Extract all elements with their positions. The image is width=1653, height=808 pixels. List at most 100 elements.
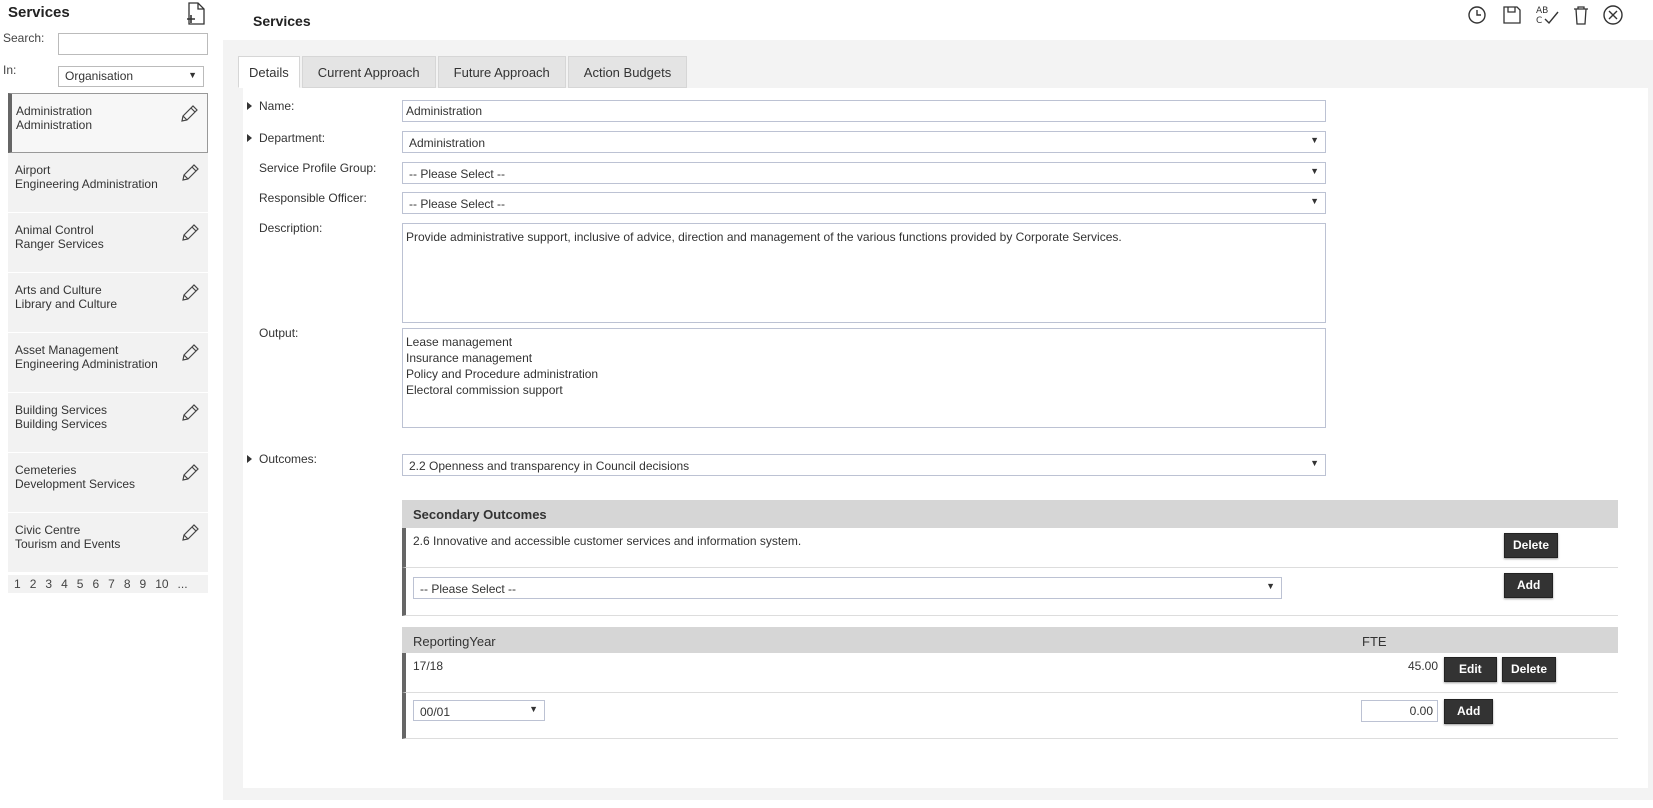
department-select[interactable]: Administration ▼ — [402, 131, 1326, 153]
secondary-outcome-select[interactable]: -- Please Select -- ▼ — [413, 577, 1282, 599]
main-area: Services AB C Details Current Approach Fu… — [223, 0, 1653, 808]
expand-arrow-icon — [247, 134, 252, 142]
chevron-down-icon: ▼ — [1310, 458, 1319, 468]
page-link[interactable]: 8 — [124, 577, 131, 591]
page-link[interactable]: 5 — [77, 577, 84, 591]
delete-icon[interactable] — [1570, 4, 1592, 26]
add-button[interactable]: Add — [1504, 573, 1554, 598]
department-select-value: Administration — [409, 136, 486, 150]
tab-bar: Details Current Approach Future Approach… — [238, 56, 689, 88]
service-item[interactable]: Arts and Culture Library and Culture — [8, 273, 208, 333]
output-label: Output: — [259, 326, 299, 340]
delete-button[interactable]: Delete — [1504, 533, 1559, 558]
edit-button[interactable]: Edit — [1444, 657, 1497, 682]
pencil-icon[interactable] — [179, 104, 199, 124]
expand-arrow-icon — [247, 455, 252, 463]
add-button[interactable]: Add — [1444, 699, 1494, 724]
officer-select-value: -- Please Select -- — [409, 197, 506, 211]
svg-text:AB: AB — [1536, 6, 1548, 16]
fte-input[interactable]: 0.00 — [1361, 700, 1438, 722]
page-link[interactable]: 7 — [108, 577, 115, 591]
spellcheck-icon[interactable]: ABC — [1534, 4, 1560, 26]
chevron-down-icon: ▼ — [1310, 196, 1319, 206]
in-select[interactable]: Organisation ▼ — [58, 66, 204, 87]
page-link[interactable]: 9 — [140, 577, 147, 591]
outcomes-label[interactable]: Outcomes: — [247, 452, 317, 466]
page-link[interactable]: 1 — [14, 577, 21, 591]
pencil-icon[interactable] — [180, 403, 200, 423]
history-icon[interactable] — [1466, 4, 1488, 26]
service-item[interactable]: Building Services Building Services — [8, 393, 208, 453]
sidebar-title: Services — [8, 4, 70, 21]
tab-action-budgets[interactable]: Action Budgets — [567, 56, 688, 88]
secondary-outcome-text: 2.6 Innovative and accessible customer s… — [413, 534, 802, 548]
reporting-year-value: 17/18 — [413, 659, 444, 673]
pencil-icon[interactable] — [180, 463, 200, 483]
page-link[interactable]: 6 — [92, 577, 99, 591]
description-textarea[interactable]: Provide administrative support, inclusiv… — [402, 223, 1326, 323]
close-icon[interactable] — [1602, 4, 1624, 26]
pencil-icon[interactable] — [180, 163, 200, 183]
search-label: Search: — [3, 31, 45, 45]
output-line: Insurance management — [406, 351, 533, 365]
pencil-icon[interactable] — [180, 223, 200, 243]
search-input[interactable] — [58, 33, 208, 55]
output-line: Electoral commission support — [406, 383, 563, 397]
department-label[interactable]: Department: — [247, 131, 325, 145]
page-link[interactable]: 3 — [45, 577, 52, 591]
pencil-icon[interactable] — [180, 343, 200, 363]
chevron-down-icon: ▼ — [1266, 581, 1275, 591]
profile-group-select[interactable]: -- Please Select -- ▼ — [402, 162, 1326, 184]
new-document-icon[interactable] — [186, 2, 208, 26]
chevron-down-icon: ▼ — [529, 704, 538, 714]
table-row: 17/18 45.00 Edit Delete — [402, 653, 1618, 693]
service-item[interactable]: Asset Management Engineering Administrat… — [8, 333, 208, 393]
tab-future-approach[interactable]: Future Approach — [437, 56, 566, 88]
service-list: Administration Administration Airport En… — [8, 93, 208, 573]
name-input[interactable]: Administration — [402, 100, 1326, 122]
officer-select[interactable]: -- Please Select -- ▼ — [402, 192, 1326, 214]
page-link[interactable]: 4 — [61, 577, 68, 591]
fte-column: FTE — [1362, 634, 1387, 649]
chevron-down-icon: ▼ — [1310, 166, 1319, 176]
tab-current-approach[interactable]: Current Approach — [301, 56, 436, 88]
chevron-down-icon: ▼ — [1310, 135, 1319, 145]
description-label: Description: — [259, 221, 323, 235]
fte-value: 45.00 — [1407, 659, 1438, 673]
page-link[interactable]: 2 — [30, 577, 37, 591]
pagination: 1 2 3 4 5 6 7 8 9 10 ... — [8, 575, 208, 593]
in-select-value: Organisation — [65, 69, 134, 83]
pencil-icon[interactable] — [180, 283, 200, 303]
tab-details[interactable]: Details — [238, 56, 300, 88]
save-icon[interactable] — [1501, 4, 1523, 26]
expand-arrow-icon — [247, 102, 252, 110]
service-item[interactable]: Airport Engineering Administration — [8, 153, 208, 213]
secondary-select-value: -- Please Select -- — [420, 582, 517, 596]
chevron-down-icon: ▼ — [188, 70, 197, 80]
reporting-year-column: ReportingYear — [413, 634, 496, 649]
service-item[interactable]: Civic Centre Tourism and Events — [8, 513, 208, 573]
page-link[interactable]: 10 — [155, 577, 168, 591]
outcomes-select[interactable]: 2.2 Openness and transparency in Council… — [402, 454, 1326, 476]
in-label: In: — [3, 63, 17, 77]
service-item[interactable]: Cemeteries Development Services — [8, 453, 208, 513]
table-row: 00/01 ▼ 0.00 Add — [402, 693, 1618, 739]
details-panel: Name: Administration Department: Adminis… — [243, 88, 1648, 788]
page-link[interactable]: ... — [178, 577, 188, 591]
fte-header: ReportingYear FTE — [402, 627, 1618, 653]
service-item[interactable]: Animal Control Ranger Services — [8, 213, 208, 273]
pencil-icon[interactable] — [180, 523, 200, 543]
secondary-outcomes-header: Secondary Outcomes — [402, 500, 1618, 528]
name-label[interactable]: Name: — [247, 99, 294, 113]
delete-button[interactable]: Delete — [1502, 657, 1557, 682]
reporting-year-select-value: 00/01 — [420, 705, 451, 719]
outcomes-select-value: 2.2 Openness and transparency in Council… — [409, 459, 690, 473]
profile-group-select-value: -- Please Select -- — [409, 167, 506, 181]
services-sidebar: Services Search: In: Organisation ▼ Admi… — [0, 0, 210, 808]
output-textarea[interactable]: Lease management Insurance management Po… — [402, 328, 1326, 428]
reporting-year-select[interactable]: 00/01 ▼ — [413, 700, 545, 721]
profile-group-label: Service Profile Group: — [259, 161, 377, 175]
output-line: Lease management — [406, 335, 513, 349]
service-item[interactable]: Administration Administration — [8, 93, 208, 153]
svg-text:C: C — [1536, 16, 1542, 26]
